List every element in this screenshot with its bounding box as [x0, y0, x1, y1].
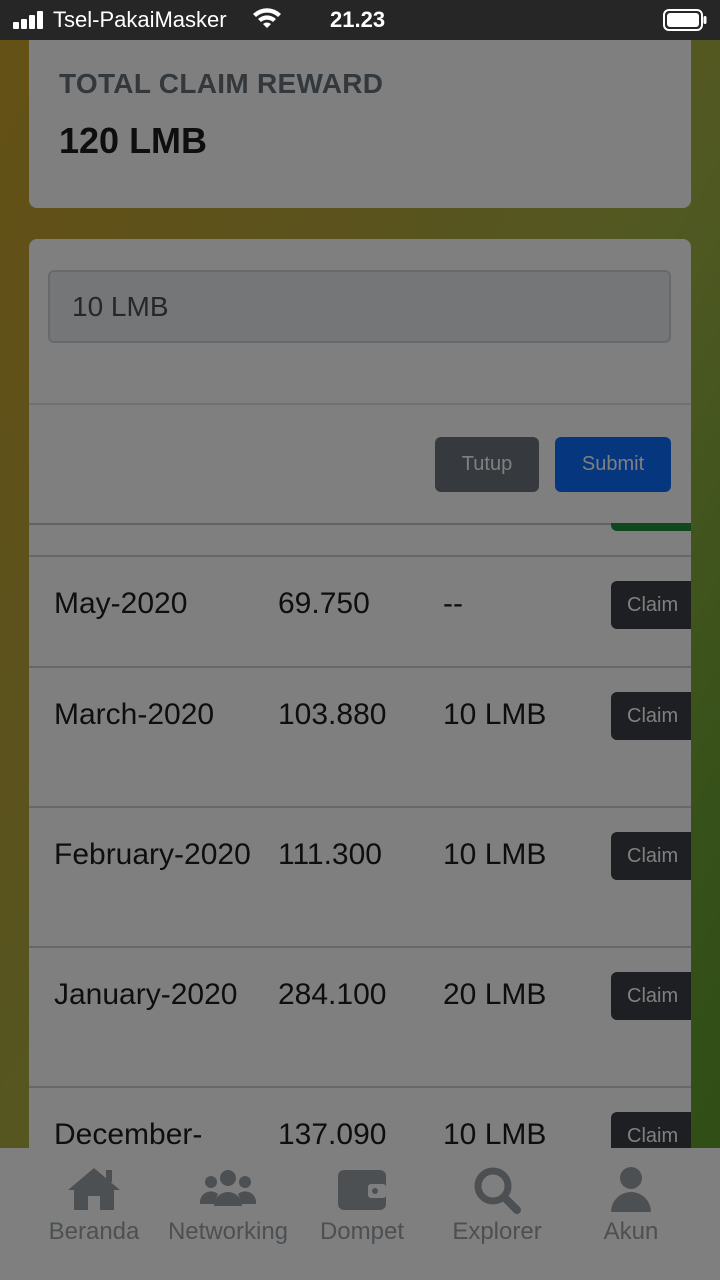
reward-cell: 10 LMB	[443, 698, 547, 731]
nav-label: Explorer	[452, 1218, 542, 1245]
nav-label: Akun	[603, 1218, 659, 1245]
user-icon	[611, 1167, 651, 1212]
status-badge	[611, 523, 691, 531]
search-icon	[474, 1167, 521, 1214]
claim-modal-card: 10 LMB Tutup Submit May-2020 69.750 -- C…	[29, 239, 691, 1159]
claim-button[interactable]: Claim	[611, 581, 691, 629]
nav-label: Networking	[167, 1218, 289, 1245]
summary-card: TOTAL CLAIM REWARD 120 LMB	[29, 40, 691, 208]
reward-cell: 20 LMB	[443, 978, 547, 1011]
divider	[29, 403, 691, 405]
users-icon	[200, 1170, 256, 1206]
value-cell: 69.750	[278, 587, 370, 620]
nav-item-akun[interactable]: Akun	[561, 1164, 701, 1246]
close-button[interactable]: Tutup	[435, 437, 539, 492]
value-cell: 284.100	[278, 978, 387, 1011]
nav-item-networking[interactable]: Networking	[158, 1164, 298, 1246]
table-row: May-2020 69.750 -- Claim	[29, 555, 691, 667]
claim-button[interactable]: Claim	[611, 832, 691, 880]
nav-label: Dompet	[319, 1218, 405, 1245]
month-cell: March-2020	[54, 698, 215, 731]
nav-item-dompet[interactable]: Dompet	[292, 1164, 432, 1246]
value-cell: 103.880	[278, 698, 387, 731]
amount-input[interactable]: 10 LMB	[48, 270, 671, 343]
nav-item-beranda[interactable]: Beranda	[24, 1164, 164, 1246]
wallet-icon	[338, 1170, 386, 1210]
table-row: March-2020 103.880 10 LMB Claim	[29, 666, 691, 806]
signal-icon	[13, 11, 45, 29]
clock: 21.23	[330, 7, 386, 32]
value-cell: 111.300	[278, 838, 382, 871]
table-row: February-2020 111.300 10 LMB Claim	[29, 806, 691, 946]
wifi-icon	[253, 8, 281, 28]
month-cell: January-2020	[54, 978, 238, 1011]
claim-button[interactable]: Claim	[611, 972, 691, 1020]
carrier-name: Tsel-PakaiMasker	[53, 7, 227, 32]
reward-cell: --	[443, 587, 463, 620]
summary-value: 120 LMB	[59, 120, 208, 161]
submit-button[interactable]: Submit	[555, 437, 671, 492]
month-cell: May-2020	[54, 587, 188, 620]
month-cell: February-2020	[54, 838, 251, 871]
table-row: January-2020 284.100 20 LMB Claim	[29, 946, 691, 1086]
home-icon	[68, 1168, 120, 1210]
divider	[29, 523, 691, 525]
battery-icon	[663, 9, 707, 31]
nav-item-explorer[interactable]: Explorer	[427, 1164, 567, 1246]
bottom-nav: Beranda Networking Dompet Explorer Akun	[0, 1148, 720, 1280]
status-bar: Tsel-PakaiMasker 21.23	[0, 0, 720, 40]
reward-cell: 10 LMB	[443, 838, 547, 871]
claim-button[interactable]: Claim	[611, 692, 691, 740]
summary-label: TOTAL CLAIM REWARD	[59, 68, 384, 99]
nav-label: Beranda	[48, 1218, 140, 1245]
